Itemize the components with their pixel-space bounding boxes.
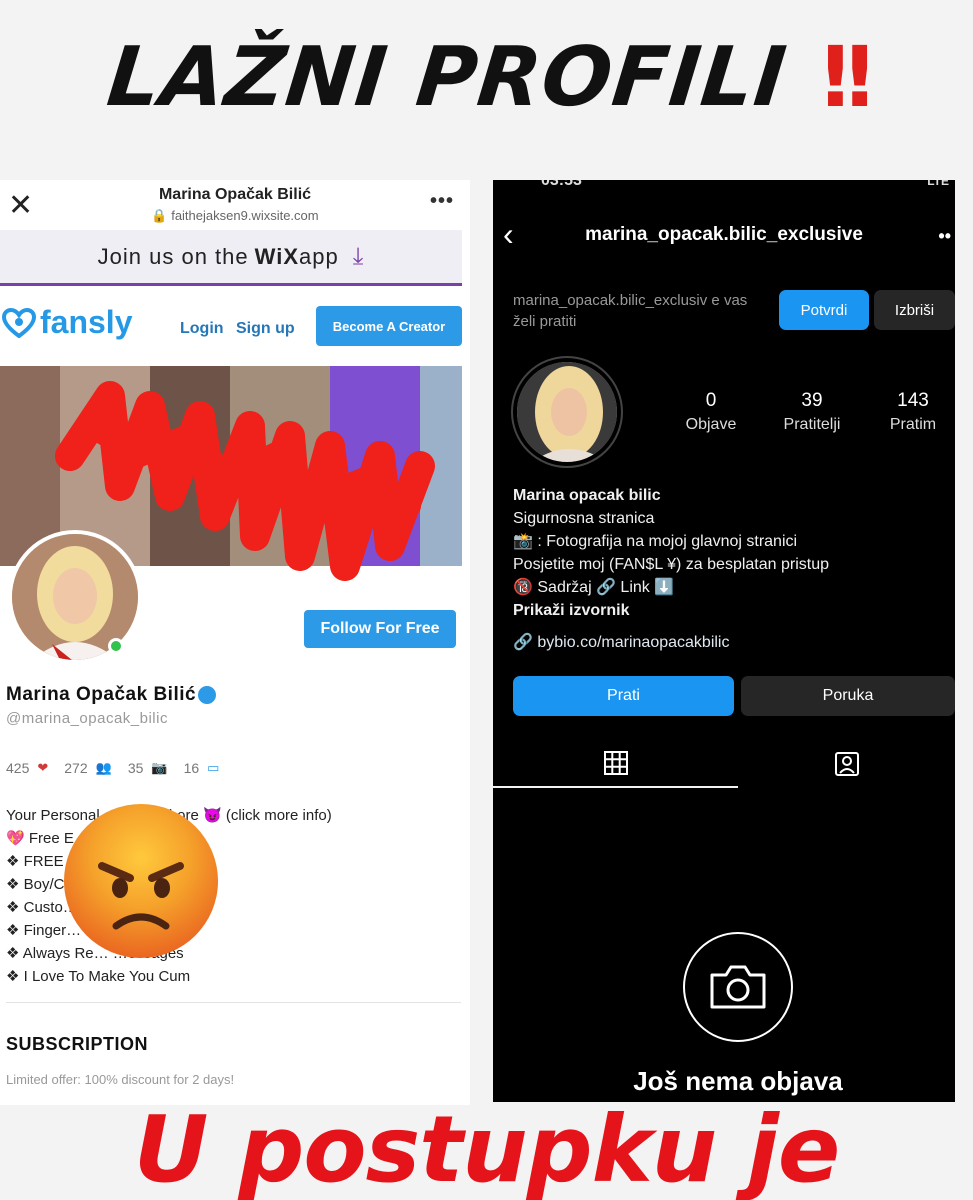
posts-label: Objave — [685, 416, 737, 433]
profile-stats: 425 ❤ 272 👥 35 📷 16 ▭ — [6, 760, 235, 776]
bio-line: Posjetite moj (FAN$L ¥) za besplatan pri… — [513, 556, 830, 573]
angry-face-emoji-icon — [64, 804, 218, 958]
no-posts-text: Još nema objava — [633, 1066, 843, 1096]
wix-logo: WiX — [254, 243, 299, 269]
following-stat[interactable]: 143 Pratim — [873, 390, 953, 434]
bio-line: ❖ I Love To Make You Cum — [6, 968, 191, 985]
follow-for-free-button[interactable]: Follow For Free — [304, 610, 456, 648]
page-url: 🔒 faithejaksen9.wixsite.com — [151, 208, 319, 223]
status-time: 03:53 — [541, 180, 582, 189]
wix-app-banner[interactable]: Join us on the WiX app ⤓ — [0, 230, 462, 286]
no-posts-camera — [683, 932, 793, 1042]
posts-stat[interactable]: 0 Objave — [671, 390, 751, 434]
camera-icon: 📷 — [151, 760, 168, 775]
show-original-link[interactable]: Prikaži izvornik — [513, 599, 953, 622]
more-options-icon[interactable]: •• — [938, 226, 951, 247]
fansly-navbar: fansly Login Sign up Become A Creator — [0, 288, 470, 358]
follow-request-text: marina_opacak.bilic_exclusiv e vas želi … — [513, 292, 748, 330]
bio-name: Marina opacak bilic — [513, 487, 661, 504]
tagged-person-icon — [834, 752, 859, 776]
profile-username: marina_opacak.bilic_exclusive — [585, 224, 863, 245]
heart-icon: ❤ — [37, 760, 49, 775]
online-status-dot — [108, 638, 124, 654]
following-count: 143 — [897, 390, 929, 411]
followers-stat[interactable]: 39 Pratitelji — [772, 390, 852, 434]
headline: LAŽNI PROFILI !! — [0, 22, 973, 132]
camera-icon — [710, 965, 766, 1009]
bio-line: 🔞 Sadržaj 🔗 Link ⬇️ — [513, 579, 675, 596]
url-text: faithejaksen9.wixsite.com — [171, 208, 319, 223]
subscription-title: SUBSCRIPTION — [6, 1034, 149, 1054]
page-title: Marina Opačak Bilić — [158, 186, 312, 203]
videos-count: 16 — [183, 760, 200, 776]
bio-link-text: bybio.co/marinaopacakbilic — [537, 634, 730, 651]
followers-label: Pratitelji — [783, 416, 841, 433]
bio-line: Sigurnosna stranica — [513, 510, 655, 527]
display-name: Marina Opačak Bilić — [6, 684, 217, 706]
browser-bar: ✕ Marina Opačak Bilić 🔒 faithejaksen9.wi… — [0, 180, 470, 230]
avatar-photo — [517, 362, 617, 462]
following-label: Pratim — [889, 416, 937, 433]
tab-posts-grid[interactable] — [493, 740, 738, 788]
tab-tagged[interactable] — [738, 740, 955, 788]
photos-count: 35 — [127, 760, 144, 776]
fansly-wordmark: fansly — [40, 304, 133, 340]
headline-text: LAŽNI PROFILI — [103, 29, 792, 125]
divider — [6, 1002, 461, 1003]
footer-caption: U postupku je — [133, 1096, 841, 1200]
profile-avatar[interactable] — [511, 356, 623, 468]
bio-link[interactable]: 🔗 bybio.co/marinaopacakbilic — [513, 632, 729, 652]
followers-count: 272 — [64, 760, 88, 776]
profile-bio: Marina opacak bilic Sigurnosna stranica … — [513, 484, 953, 622]
grid-icon — [603, 751, 628, 775]
delete-request-button[interactable]: Izbriši — [874, 290, 955, 330]
signup-link[interactable]: Sign up — [236, 320, 295, 338]
more-options-icon[interactable]: ••• — [430, 190, 454, 213]
instagram-screenshot: 03:53 LTE ‹ marina_opacak.bilic_exclusiv… — [493, 180, 955, 1102]
display-name-text: Marina Opačak Bilić — [6, 684, 197, 705]
followers-count: 39 — [801, 390, 823, 411]
video-icon: ▭ — [207, 760, 220, 775]
login-link[interactable]: Login — [180, 320, 224, 338]
link-icon: 🔗 — [513, 634, 533, 651]
wix-banner-suffix: app — [299, 243, 339, 269]
verified-badge-icon — [198, 686, 217, 704]
fansly-heart-icon — [2, 307, 36, 338]
double-exclamation-icon: !! — [816, 28, 879, 126]
posts-count: 0 — [705, 390, 717, 411]
download-icon[interactable]: ⤓ — [353, 243, 365, 271]
likes-count: 425 — [6, 760, 30, 776]
status-network: LTE — [927, 180, 949, 188]
wix-banner-prefix: Join us on the — [97, 243, 249, 269]
follow-button[interactable]: Prati — [513, 676, 734, 716]
message-button[interactable]: Poruka — [741, 676, 955, 716]
fansly-logo[interactable]: fansly — [2, 304, 132, 341]
become-creator-button[interactable]: Become A Creator — [316, 306, 462, 346]
users-icon: 👥 — [95, 760, 112, 775]
subscription-offer: Limited offer: 100% discount for 2 days! — [6, 1072, 235, 1087]
profile-handle: @marina_opacak_bilic — [6, 710, 168, 727]
confirm-request-button[interactable]: Potvrdi — [779, 290, 869, 330]
fansly-screenshot: ✕ Marina Opačak Bilić 🔒 faithejaksen9.wi… — [0, 180, 470, 1105]
bio-line: 📸 : Fotografija na mojoj glavnoj stranic… — [513, 533, 798, 550]
